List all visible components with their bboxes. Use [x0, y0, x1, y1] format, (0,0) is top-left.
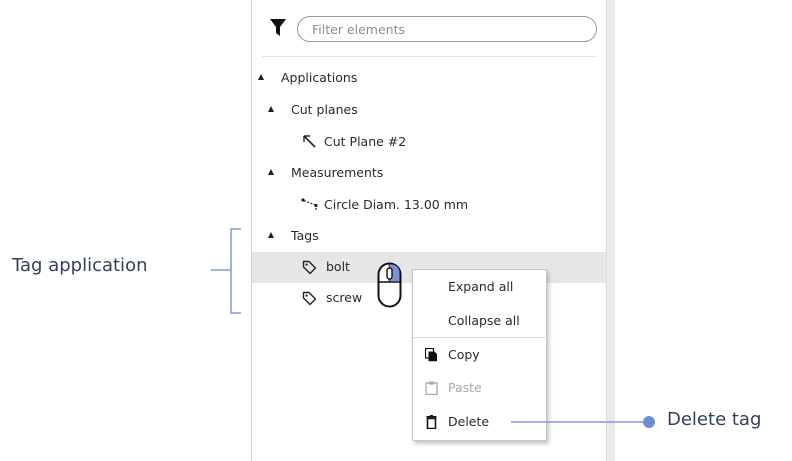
tag-icon: [302, 291, 317, 306]
expand-triangle-icon[interactable]: [268, 106, 274, 112]
tree-node-label: Applications: [281, 70, 358, 85]
tree-node-label: Measurements: [291, 165, 384, 180]
tree-item-label: Circle Diam. 13.00 mm: [324, 197, 469, 212]
panel-scrollbar[interactable]: [606, 0, 615, 461]
tree-node-cut-planes[interactable]: Cut planes: [291, 99, 358, 121]
annotation-bracket: [230, 228, 241, 314]
tree-node-label: Cut planes: [291, 102, 358, 117]
tree-item-label: bolt: [326, 259, 350, 274]
expand-triangle-icon[interactable]: [268, 232, 274, 238]
annotation-dot: [643, 416, 655, 428]
cut-plane-icon: [303, 135, 316, 148]
expand-triangle-icon[interactable]: [268, 169, 274, 175]
divider: [262, 56, 596, 57]
tree-item-label: screw: [326, 290, 363, 305]
funnel-icon[interactable]: [270, 19, 286, 37]
tag-icon: [302, 260, 317, 275]
tree-node-label: Tags: [291, 228, 319, 243]
menu-item-collapse-all[interactable]: Collapse all: [413, 308, 546, 334]
copy-icon: [425, 348, 437, 362]
menu-item-paste[interactable]: Paste: [413, 375, 546, 401]
annotation-tag-application: Tag application: [12, 255, 148, 276]
context-menu: Expand all Collapse all Copy Paste Delet…: [412, 269, 547, 441]
filter-input[interactable]: [297, 16, 597, 42]
clipboard-icon: [425, 381, 438, 395]
menu-item-copy[interactable]: Copy: [413, 342, 546, 368]
tree-item-measurement[interactable]: Circle Diam. 13.00 mm: [324, 194, 468, 216]
menu-item-expand-all[interactable]: Expand all: [413, 274, 546, 300]
measure-icon: [301, 198, 318, 210]
tree-node-measurements[interactable]: Measurements: [291, 162, 383, 184]
tree-node-tags[interactable]: Tags: [291, 225, 319, 247]
tree-item-tag-bolt[interactable]: bolt: [326, 256, 350, 278]
tree-item-tag-screw[interactable]: screw: [326, 287, 362, 309]
tree-node-applications[interactable]: Applications: [281, 67, 357, 89]
annotation-delete-tag: Delete tag: [667, 409, 762, 430]
tree-item-label: Cut Plane #2: [324, 134, 407, 149]
expand-triangle-icon[interactable]: [258, 74, 264, 80]
menu-item-delete[interactable]: Delete: [413, 409, 546, 435]
tree-item-cut-plane[interactable]: Cut Plane #2: [324, 131, 406, 153]
mouse-right-click-icon: [377, 262, 402, 308]
menu-separator: [413, 337, 546, 338]
trash-icon: [426, 415, 437, 429]
